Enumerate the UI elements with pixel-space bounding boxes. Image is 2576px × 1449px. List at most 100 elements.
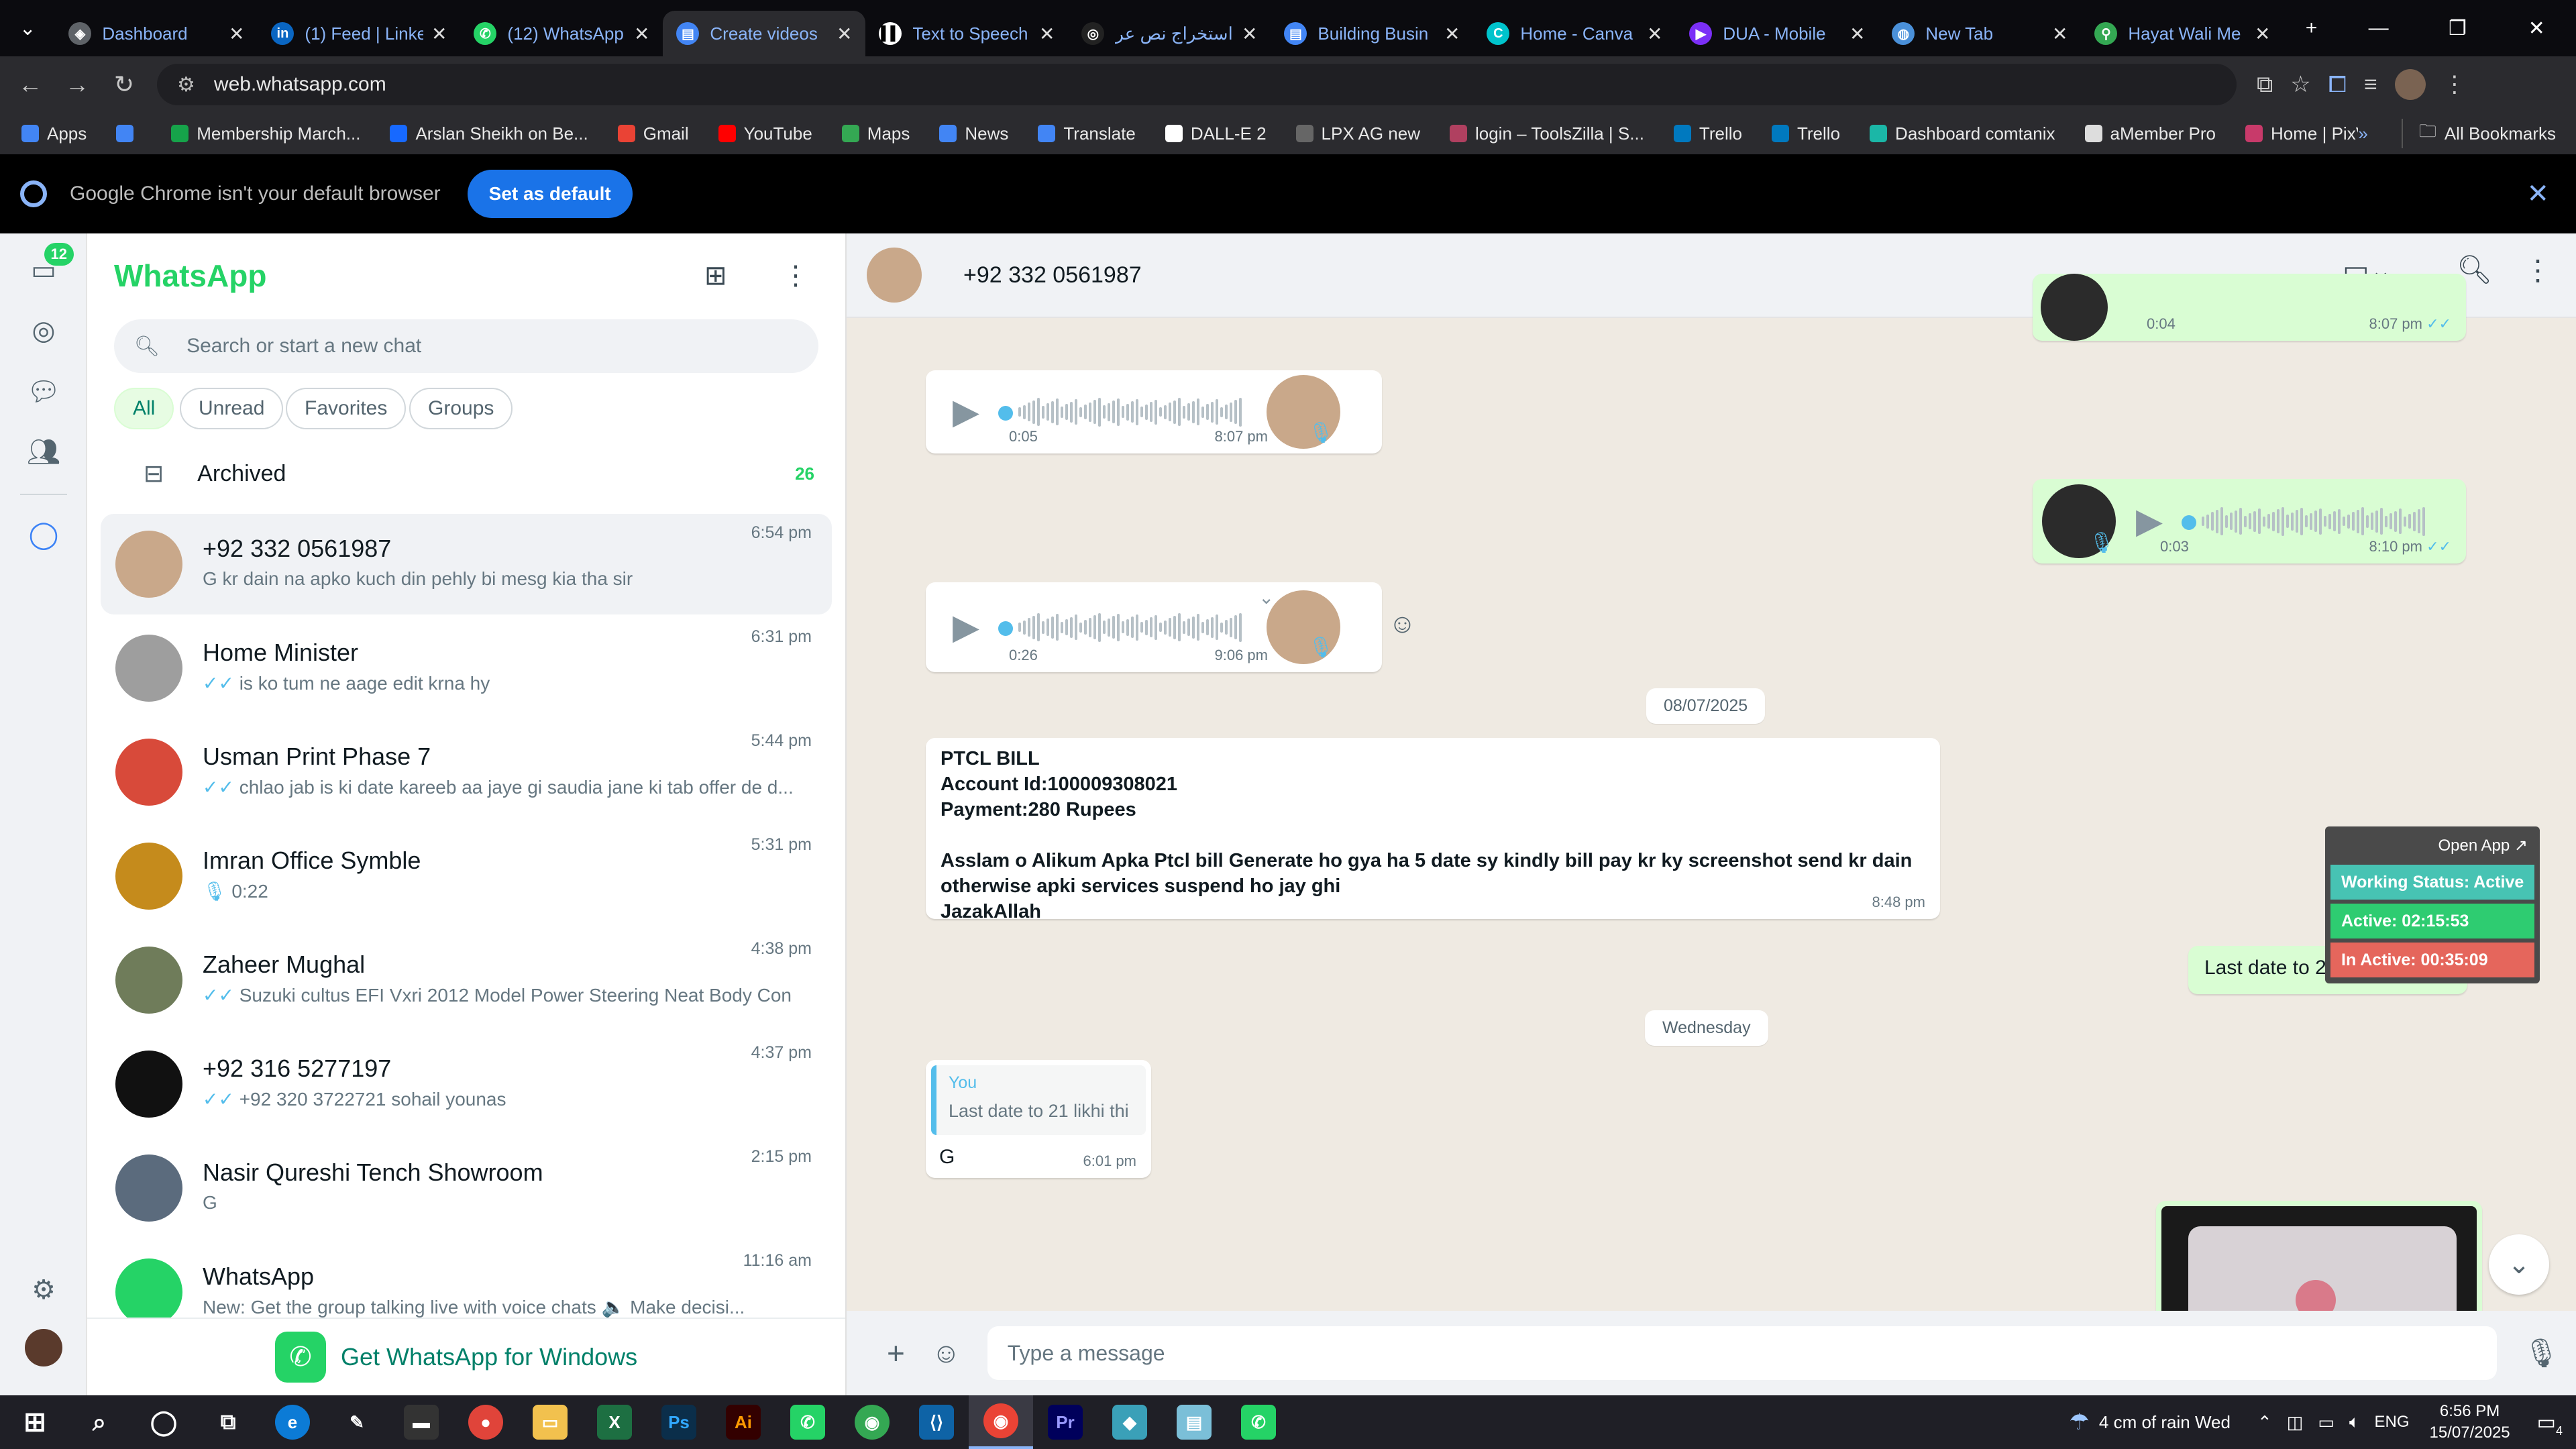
- browser-tab[interactable]: ◈ Dashboard ✕: [55, 11, 258, 56]
- chrome-icon[interactable]: ◉: [840, 1395, 904, 1449]
- more-bookmarks-icon[interactable]: »: [2358, 123, 2367, 144]
- weather-icon[interactable]: ☂: [2069, 1409, 2089, 1436]
- extensions-icon[interactable]: ⧠: [2328, 72, 2347, 98]
- tab-close-icon[interactable]: ✕: [634, 23, 649, 45]
- bookmark-item[interactable]: aMember Pro: [2084, 123, 2216, 144]
- minimize-button[interactable]: —: [2339, 0, 2418, 56]
- tab-close-icon[interactable]: ✕: [2255, 23, 2270, 45]
- bookmark-item[interactable]: [116, 125, 142, 142]
- reply-message[interactable]: You Last date to 21 likhi thi G 6:01 pm: [926, 1060, 1151, 1178]
- browser-tab[interactable]: in (1) Feed | LinkedIn ✕: [258, 11, 460, 56]
- new-chat-icon[interactable]: ⊞: [704, 260, 727, 291]
- chat-row[interactable]: Imran Office Symble 🎙︎ 0:22 5:31 pm: [101, 826, 832, 926]
- filter-all[interactable]: All: [114, 388, 174, 429]
- bookmark-item[interactable]: Apps: [21, 123, 87, 144]
- notification-center-icon[interactable]: ▭ 4: [2537, 1411, 2563, 1438]
- terminal-icon[interactable]: ▬: [389, 1395, 453, 1449]
- search-input[interactable]: 🔍︎ Search or start a new chat: [114, 319, 818, 373]
- search-icon[interactable]: ⌕: [67, 1395, 131, 1449]
- set-as-default-button[interactable]: Set as default: [467, 170, 633, 218]
- task-view-icon[interactable]: ⧉: [196, 1395, 260, 1449]
- pen-icon[interactable]: ✎: [325, 1395, 389, 1449]
- tab-search-icon[interactable]: ⌄: [0, 0, 55, 56]
- browser-tab[interactable]: C Home - Canva ✕: [1473, 11, 1676, 56]
- tab-close-icon[interactable]: ✕: [1647, 23, 1662, 45]
- profile-icon[interactable]: [20, 1324, 67, 1371]
- close-window-button[interactable]: ✕: [2497, 0, 2576, 56]
- settings-icon[interactable]: ⚙: [20, 1267, 67, 1313]
- tab-close-icon[interactable]: ✕: [837, 23, 852, 45]
- tab-close-icon[interactable]: ✕: [2052, 23, 2068, 45]
- meta-ai-icon[interactable]: ◯: [20, 511, 67, 558]
- playhead[interactable]: [2182, 515, 2196, 530]
- play-icon[interactable]: ▶: [2136, 501, 2163, 541]
- browser-tab[interactable]: ◍ New Tab ✕: [1878, 11, 2081, 56]
- meet-now-icon[interactable]: ◫: [2287, 1412, 2304, 1433]
- clock[interactable]: 6:56 PM 15/07/2025: [2430, 1401, 2510, 1444]
- bookmark-item[interactable]: Home | PixVerse: [2245, 123, 2358, 144]
- tab-close-icon[interactable]: ✕: [229, 23, 244, 45]
- tab-close-icon[interactable]: ✕: [1039, 23, 1055, 45]
- mic-icon[interactable]: 🎙︎: [2524, 1337, 2559, 1370]
- voice-message-in[interactable]: ▶ ⌄ 🎙︎ 0:26 9:06 pm: [926, 582, 1382, 672]
- browser-tab[interactable]: ▌▌ Text to Speech ✕: [865, 11, 1068, 56]
- bookmark-item[interactable]: Dashboard comtanix: [1870, 123, 2055, 144]
- filter-groups[interactable]: Groups: [409, 388, 513, 429]
- play-icon[interactable]: ▶: [953, 607, 979, 647]
- language-indicator[interactable]: ENG: [2375, 1413, 2410, 1432]
- site-info-icon[interactable]: ⚙: [177, 73, 195, 97]
- bookmark-item[interactable]: Maps: [841, 123, 910, 144]
- communities-icon[interactable]: 👥︎: [20, 428, 67, 475]
- quoted-message[interactable]: You Last date to 21 likhi thi: [931, 1065, 1146, 1135]
- chat-row[interactable]: +92 316 5277197 ✓✓ +92 320 3722721 sohail…: [101, 1034, 832, 1134]
- chrome-active-icon[interactable]: ◉: [969, 1395, 1033, 1449]
- profile-avatar[interactable]: [2394, 69, 2426, 100]
- restore-button[interactable]: ❐: [2418, 0, 2498, 56]
- excel-icon[interactable]: X: [582, 1395, 647, 1449]
- reading-list-icon[interactable]: ≡: [2364, 72, 2377, 98]
- chats-icon[interactable]: ▭ 12: [20, 243, 74, 294]
- filter-favorites[interactable]: Favorites: [286, 388, 407, 429]
- cortana-icon[interactable]: ◯: [131, 1395, 196, 1449]
- premiere-icon[interactable]: Pr: [1033, 1395, 1097, 1449]
- weather-text[interactable]: 4 cm of rain Wed: [2099, 1412, 2231, 1433]
- bookmark-item[interactable]: Translate: [1038, 123, 1136, 144]
- bookmark-item[interactable]: Arslan Sheikh on Be...: [390, 123, 588, 144]
- message-input[interactable]: Type a message: [987, 1326, 2497, 1380]
- tab-close-icon[interactable]: ✕: [1242, 23, 1257, 45]
- bookmark-item[interactable]: Trello: [1673, 123, 1742, 144]
- menu-icon[interactable]: ⋮: [2524, 254, 2552, 286]
- react-emoji-icon[interactable]: ☺: [1389, 609, 1416, 639]
- whatsapp-app-icon[interactable]: ✆: [775, 1395, 840, 1449]
- address-bar[interactable]: ⚙ web.whatsapp.com: [157, 64, 2237, 105]
- voice-message-in[interactable]: ▶ 🎙︎ 0:05 8:07 pm: [926, 370, 1382, 453]
- chat-row[interactable]: Home Minister ✓✓ is ko tum ne aage edit k…: [101, 618, 832, 718]
- voice-message-out[interactable]: 0:04 8:07 pm ✓✓: [2033, 274, 2466, 341]
- start-button[interactable]: ⊞: [3, 1395, 67, 1449]
- playhead[interactable]: [998, 621, 1013, 636]
- voice-message-out[interactable]: ▶ 🎙︎ 0:03 8:10 pm ✓✓: [2033, 479, 2466, 564]
- reload-button[interactable]: ↻: [101, 61, 148, 108]
- browser-tab[interactable]: ▶ DUA - Mobile ✕: [1676, 11, 1878, 56]
- voice-waveform[interactable]: [998, 612, 1242, 643]
- message-menu-chevron-icon[interactable]: ⌄: [1258, 586, 1274, 608]
- edge-icon[interactable]: e: [260, 1395, 325, 1449]
- open-app-link[interactable]: Open App ↗: [2330, 830, 2534, 861]
- show-hidden-icons[interactable]: ⌃: [2257, 1412, 2272, 1433]
- back-button[interactable]: ←: [7, 61, 54, 108]
- chat-row[interactable]: Usman Print Phase 7 ✓✓ chlao jab is ki da…: [101, 722, 832, 822]
- illustrator-icon[interactable]: Ai: [711, 1395, 775, 1449]
- chrome-app-icon[interactable]: ●: [453, 1395, 518, 1449]
- bill-message[interactable]: PTCL BILL Account Id:100009308021 Paymen…: [926, 738, 1940, 922]
- bookmark-item[interactable]: LPX AG new: [1295, 123, 1420, 144]
- bookmark-star-icon[interactable]: ☆: [2290, 71, 2310, 98]
- browser-tab[interactable]: ◎ استخراج نص عر ✕: [1068, 11, 1271, 56]
- play-icon[interactable]: ▶: [953, 392, 979, 432]
- browser-tab[interactable]: ⚲ Hayat Wali Me ✕: [2081, 11, 2284, 56]
- voice-waveform[interactable]: [998, 396, 1242, 427]
- chat-row[interactable]: Zaheer Mughal ✓✓ Suzuki cultus EFI Vxri 2…: [101, 930, 832, 1030]
- chat-row[interactable]: +92 332 0561987 G kr dain na apko kuch di…: [101, 514, 832, 614]
- all-bookmarks-button[interactable]: 🗀 All Bookmarks: [2401, 119, 2556, 148]
- voice-waveform[interactable]: [2182, 506, 2425, 537]
- contact-name[interactable]: +92 332 0561987: [963, 262, 1142, 288]
